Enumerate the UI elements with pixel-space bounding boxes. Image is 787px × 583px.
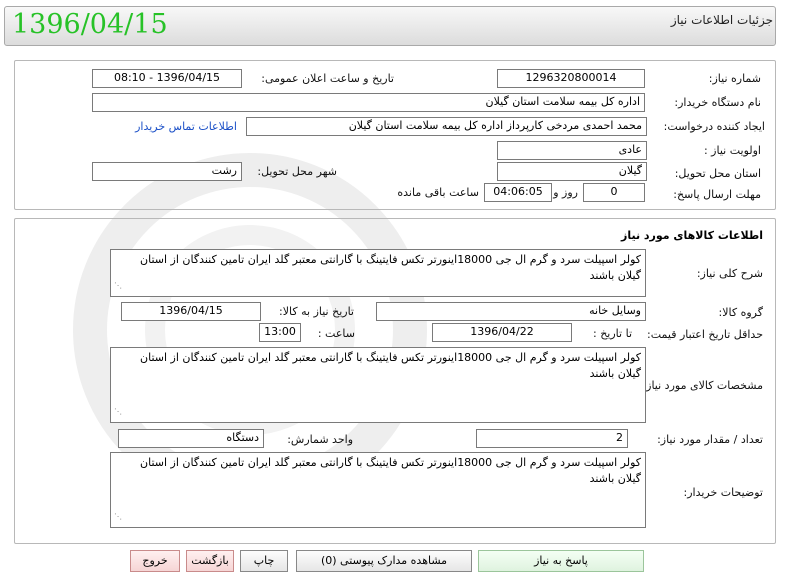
min-price-label: حداقل تاریخ اعتبار قیمت: bbox=[647, 328, 763, 341]
priority-label: اولویت نیاز : bbox=[703, 144, 761, 157]
need-number-field: 1296320800014 bbox=[497, 69, 645, 88]
city-label: شهر محل تحویل: bbox=[257, 165, 337, 178]
buyer-desc-textarea: کولر اسپیلت سرد و گرم ال جی 18000اینورتر… bbox=[110, 452, 646, 528]
need-number-label: شماره نیاز: bbox=[708, 72, 761, 85]
days-field: 0 bbox=[583, 183, 645, 202]
exit-button[interactable]: خروج bbox=[130, 550, 180, 572]
print-button[interactable]: چاپ bbox=[240, 550, 288, 572]
remaining-time-field: 04:06:05 bbox=[484, 183, 552, 202]
page-title: جزئیات اطلاعات نیاز bbox=[670, 13, 773, 27]
group-label: گروه کالا: bbox=[718, 306, 763, 319]
announce-label: تاریخ و ساعت اعلان عمومی: bbox=[261, 72, 394, 85]
buyer-desc-label: توضیحات خریدار: bbox=[683, 486, 764, 499]
summary-textarea: کولر اسپیلت سرد و گرم ال جی 18000اینورتر… bbox=[110, 249, 646, 297]
until-date-label: تا تاریخ : bbox=[593, 327, 632, 340]
resize-grip-icon[interactable]: ⋰ bbox=[114, 404, 122, 420]
resize-grip-icon[interactable]: ⋰ bbox=[114, 509, 122, 525]
province-label: استان محل تحویل: bbox=[674, 167, 761, 180]
spec-label: مشخصات کالای مورد نیاز: bbox=[642, 379, 763, 392]
requester-label: ایجاد کننده درخواست: bbox=[663, 120, 765, 133]
deadline-label: مهلت ارسال پاسخ: bbox=[673, 188, 761, 201]
priority-field: عادی bbox=[497, 141, 647, 160]
qty-field: 2 bbox=[476, 429, 628, 448]
hour-label: ساعت : bbox=[317, 327, 355, 340]
city-field: رشت bbox=[92, 162, 242, 181]
days-label: روز و bbox=[553, 186, 578, 199]
until-date-field: 1396/04/22 bbox=[432, 323, 572, 342]
hour-field: 13:00 bbox=[259, 323, 301, 342]
reply-to-need-button[interactable]: پاسخ به نیاز bbox=[478, 550, 644, 572]
group-field: وسایل خانه bbox=[376, 302, 646, 321]
need-date-label: تاریخ نیاز به کالا: bbox=[279, 305, 354, 318]
remaining-label: ساعت باقی مانده bbox=[397, 186, 479, 199]
requester-field: محمد احمدی مردخی کارپرداز اداره کل بیمه … bbox=[246, 117, 647, 136]
unit-label: واحد شمارش: bbox=[287, 433, 353, 446]
unit-field: دستگاه bbox=[118, 429, 264, 448]
province-field: گیلان bbox=[497, 162, 647, 181]
buyer-org-field: اداره کل بیمه سلامت استان گیلان bbox=[92, 93, 645, 112]
qty-label: تعداد / مقدار مورد نیاز: bbox=[657, 433, 763, 446]
spec-textarea: کولر اسپیلت سرد و گرم ال جی 18000اینورتر… bbox=[110, 347, 646, 423]
buyer-desc-text: کولر اسپیلت سرد و گرم ال جی 18000اینورتر… bbox=[140, 456, 641, 485]
buyer-org-label: نام دستگاه خریدار: bbox=[674, 96, 761, 109]
contact-buyer-link[interactable]: اطلاعات تماس خریدار bbox=[135, 120, 237, 133]
announce-field: 1396/04/15 - 08:10 bbox=[92, 69, 242, 88]
back-button[interactable]: بازگشت bbox=[186, 550, 234, 572]
goods-section-title: اطلاعات کالاهای مورد نیاز bbox=[621, 229, 763, 242]
resize-grip-icon[interactable]: ⋰ bbox=[114, 278, 122, 294]
summary-text: کولر اسپیلت سرد و گرم ال جی 18000اینورتر… bbox=[140, 253, 641, 282]
need-date-field: 1396/04/15 bbox=[121, 302, 261, 321]
view-attachments-button[interactable]: مشاهده مدارک پیوستی (0) bbox=[296, 550, 472, 572]
spec-text: کولر اسپیلت سرد و گرم ال جی 18000اینورتر… bbox=[140, 351, 641, 380]
summary-label: شرح کلی نیاز: bbox=[696, 267, 763, 280]
stamp-date: 1396/04/15 bbox=[12, 9, 168, 40]
